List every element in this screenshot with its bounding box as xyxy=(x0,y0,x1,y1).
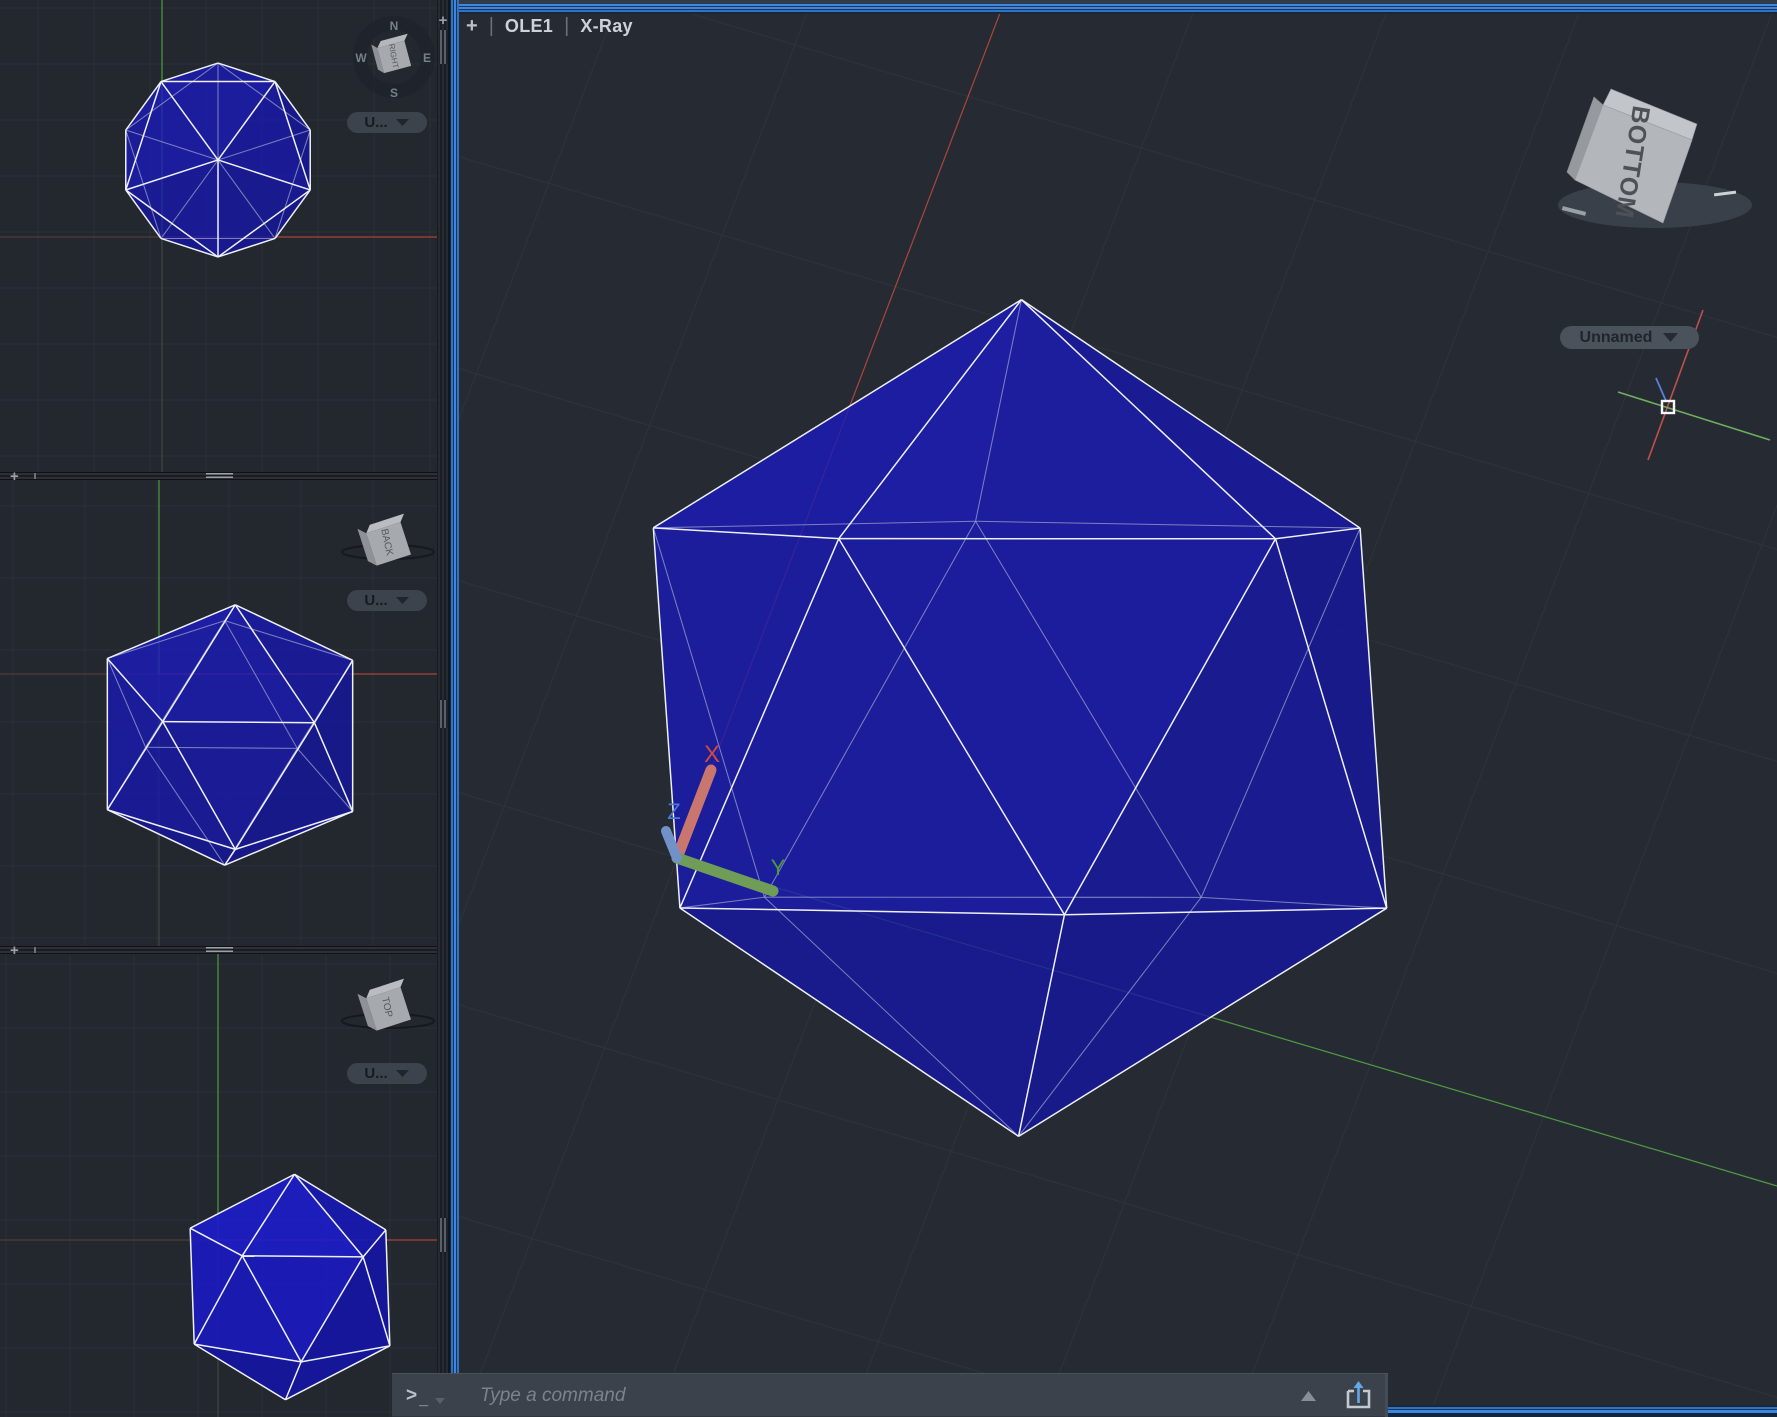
chevron-down-icon xyxy=(395,119,409,126)
ucs-x-label: X xyxy=(704,741,720,768)
active-viewport-border xyxy=(450,0,1777,14)
command-input[interactable]: Type a command xyxy=(480,1385,1301,1407)
splitter-tick-icon xyxy=(34,947,36,953)
viewport-name-control[interactable]: OLE1 xyxy=(505,16,553,37)
ucs-y-axis-icon xyxy=(671,852,779,897)
cursor-y-line-icon xyxy=(1617,391,1771,441)
viewport-3-viewcube-menu[interactable]: U... xyxy=(347,1063,427,1084)
splitter-grip-icon[interactable] xyxy=(439,1218,448,1252)
main-viewcube[interactable]: BOTTOM xyxy=(1540,70,1777,230)
ucs-x-axis-icon xyxy=(671,764,717,864)
add-viewport-button[interactable]: + xyxy=(10,942,19,959)
compass-north-label[interactable]: N xyxy=(390,19,399,33)
splitter-grip-icon[interactable] xyxy=(439,700,448,728)
icosahedron-model xyxy=(106,604,354,866)
compass-east-label[interactable]: E xyxy=(423,51,431,65)
horizontal-splitter[interactable]: + xyxy=(0,468,437,485)
chevron-down-icon xyxy=(395,1070,409,1077)
viewport-plus-control[interactable]: + xyxy=(466,15,478,38)
command-options-chevron-icon[interactable] xyxy=(434,1397,446,1405)
ucs-gizmo-icon: X Y Z xyxy=(661,741,786,897)
share-icon[interactable] xyxy=(1342,1381,1374,1411)
icosahedron-model xyxy=(125,62,311,258)
add-viewport-button[interactable]: + xyxy=(435,12,451,29)
viewport-controls: + | OLE1 | X-Ray xyxy=(466,13,633,39)
view-name-dropdown[interactable]: Unnamed xyxy=(1560,326,1699,349)
view-name-label: Unnamed xyxy=(1579,328,1653,346)
add-viewport-button[interactable]: + xyxy=(10,468,19,485)
separator: | xyxy=(488,14,494,37)
viewport-2-viewcube[interactable]: BACK xyxy=(338,500,438,580)
ucs-z-label: Z xyxy=(667,799,680,824)
compass-south-label[interactable]: S xyxy=(390,86,398,100)
viewport-2-viewcube-menu[interactable]: U... xyxy=(347,590,427,611)
splitter-grip-icon[interactable] xyxy=(439,30,448,64)
chevron-down-icon xyxy=(395,597,409,604)
active-viewport-border xyxy=(1388,1405,1777,1417)
splitter-grip-icon[interactable] xyxy=(206,473,233,479)
splitter-tick-icon xyxy=(34,473,36,479)
splitter-grip-icon[interactable] xyxy=(206,947,233,953)
command-prompt: > xyxy=(406,1385,418,1406)
viewcube-menu-label: U... xyxy=(364,1065,388,1082)
viewcube-menu-label: U... xyxy=(364,114,388,131)
viewport-1-viewcube[interactable]: N E S W RIGHT xyxy=(346,9,442,105)
ucs-y-label: Y xyxy=(771,855,786,880)
application-window: X Y Z BOTTOM Unnamed + | OLE1 | X-Ray N … xyxy=(0,0,1777,1417)
command-caret: _ xyxy=(419,1391,429,1408)
ucs-z-axis-icon xyxy=(661,826,682,863)
horizontal-splitter[interactable]: + xyxy=(0,942,437,959)
expand-history-icon[interactable] xyxy=(1301,1391,1316,1401)
active-viewport-border xyxy=(450,0,459,1417)
command-bar[interactable]: > _ Type a command xyxy=(392,1373,1388,1417)
separator: | xyxy=(564,14,570,37)
viewcube-menu-label: U... xyxy=(364,592,388,609)
cursor-z-line-icon xyxy=(1655,377,1667,402)
viewport-1-viewcube-menu[interactable]: U... xyxy=(347,112,427,133)
viewport-3-viewcube[interactable]: TOP xyxy=(338,967,438,1047)
compass-west-label[interactable]: W xyxy=(355,51,367,65)
chevron-down-icon xyxy=(1663,333,1679,342)
visual-style-control[interactable]: X-Ray xyxy=(580,16,633,37)
